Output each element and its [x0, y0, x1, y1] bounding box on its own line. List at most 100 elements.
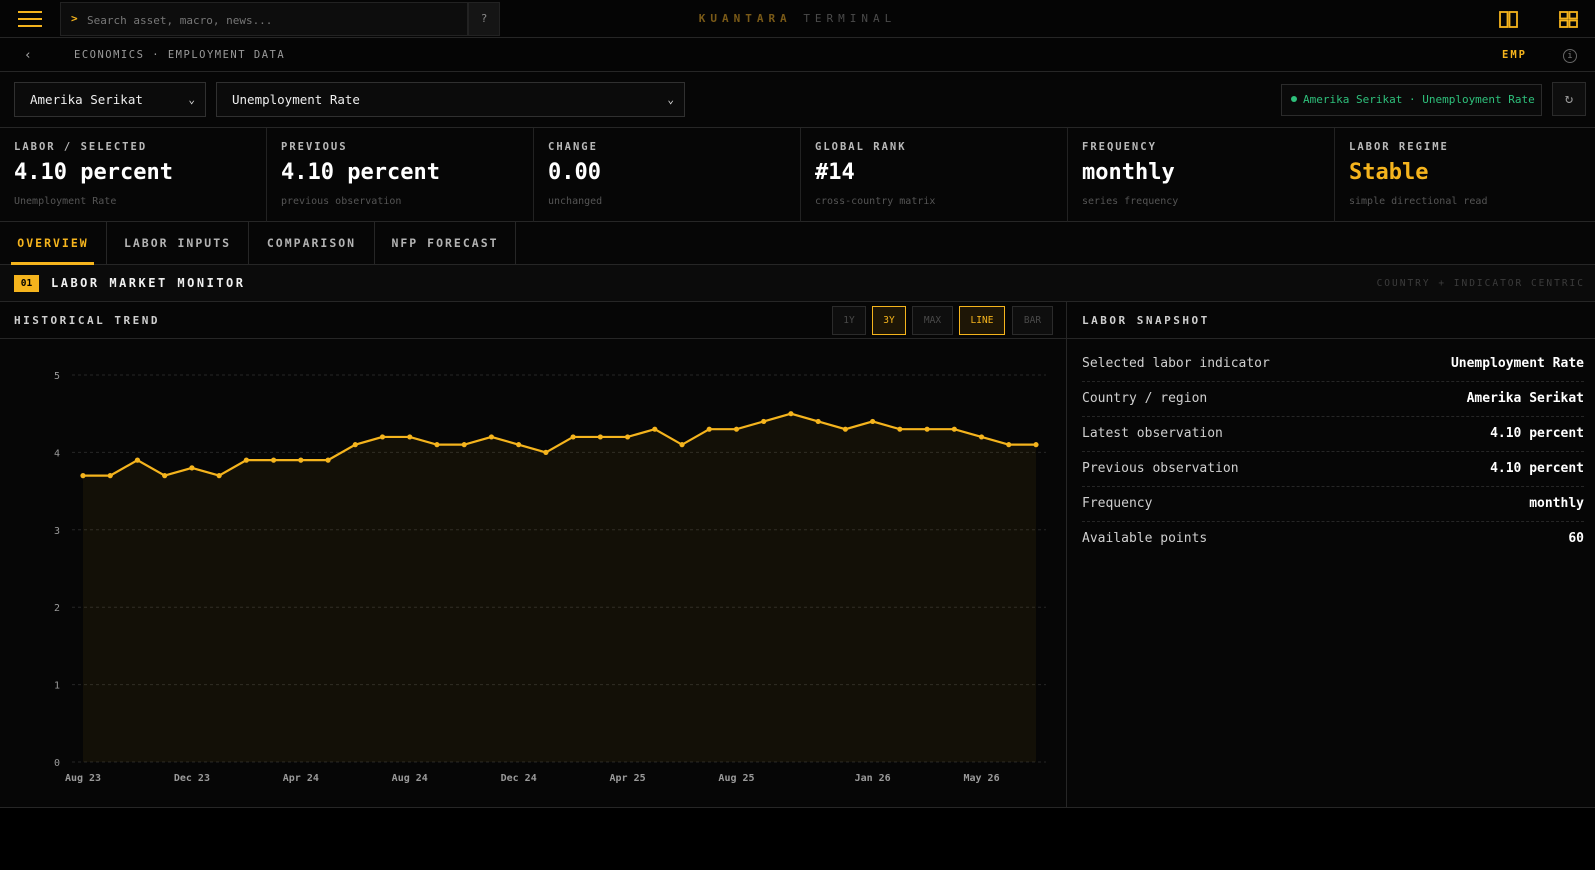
stat-value: monthly: [1082, 160, 1175, 185]
tab-overview[interactable]: OVERVIEW: [0, 222, 107, 265]
snapshot-value: Unemployment Rate: [1450, 356, 1584, 371]
data-point: [815, 418, 821, 425]
tab-comparison[interactable]: COMPARISON: [249, 222, 375, 265]
snapshot-row: Latest observation 4.10 percent: [1082, 417, 1584, 452]
split-view-icon[interactable]: [1499, 11, 1518, 28]
range-max-button[interactable]: MAX: [912, 306, 953, 335]
data-point: [1006, 442, 1012, 448]
refresh-button[interactable]: ↻: [1552, 82, 1586, 116]
stat-sub: Unemployment Rate: [14, 196, 117, 207]
stat-frequency: FREQUENCY monthly series frequency: [1068, 128, 1335, 222]
grid-view-icon[interactable]: [1559, 11, 1578, 28]
module-code: EMP: [1502, 49, 1527, 61]
data-point: [870, 418, 876, 425]
data-point: [298, 457, 304, 463]
data-point: [543, 449, 549, 455]
data-point: [189, 465, 195, 471]
data-point: [624, 434, 631, 440]
chevron-down-icon: ⌄: [667, 93, 674, 106]
stat-sub: simple directional read: [1349, 196, 1488, 207]
snapshot-key: Available points: [1082, 531, 1208, 546]
snapshot-value: 4.10 percent: [1490, 426, 1584, 441]
stat-global-rank: GLOBAL RANK #14 cross-country matrix: [801, 128, 1068, 222]
stat-previous: PREVIOUS 4.10 percent previous observati…: [267, 128, 534, 222]
tab-labor-inputs[interactable]: LABOR INPUTS: [107, 222, 249, 265]
chart-line-button[interactable]: LINE: [959, 306, 1005, 335]
indicator-select[interactable]: Unemployment Rate ⌄: [216, 82, 685, 117]
data-point: [325, 457, 331, 463]
range-1y-button[interactable]: 1Y: [832, 306, 866, 335]
stat-sub: unchanged: [548, 196, 603, 207]
country-select[interactable]: Amerika Serikat ⌄: [14, 82, 206, 117]
y-tick-label: 0: [54, 758, 60, 769]
snapshot-key: Latest observation: [1082, 426, 1223, 441]
info-icon[interactable]: i: [1563, 49, 1577, 63]
controls-bar: Amerika Serikat ⌄ Unemployment Rate ⌄ Am…: [0, 72, 1595, 128]
stat-label: LABOR REGIME: [1349, 141, 1449, 153]
data-point: [434, 442, 440, 448]
panel-header: LABOR SNAPSHOT: [1067, 302, 1595, 339]
x-tick-label: Dec 24: [501, 773, 537, 784]
snapshot-key: Selected labor indicator: [1082, 356, 1270, 371]
stat-label: LABOR / SELECTED: [14, 141, 148, 153]
panel-header: HISTORICAL TREND 1Y 3Y MAX LINE BAR: [0, 302, 1066, 339]
labor-snapshot-panel: LABOR SNAPSHOT Selected labor indicator …: [1067, 302, 1595, 808]
data-point: [570, 434, 576, 440]
tab-nfp-forecast[interactable]: NFP FORECAST: [375, 222, 516, 265]
snapshot-key: Country / region: [1082, 391, 1208, 406]
x-tick-label: Apr 24: [283, 773, 319, 784]
status-text: Amerika Serikat · Unemployment Rate: [1303, 93, 1535, 106]
y-tick-label: 4: [54, 448, 60, 459]
data-point: [271, 457, 277, 463]
data-point: [516, 442, 522, 448]
x-tick-label: Apr 25: [610, 773, 646, 784]
snapshot-value: 4.10 percent: [1490, 461, 1584, 476]
x-tick-label: Aug 24: [392, 773, 428, 784]
data-point: [761, 418, 767, 425]
data-point: [842, 426, 849, 432]
snapshot-row: Available points 60: [1082, 522, 1584, 557]
panel-title: LABOR SNAPSHOT: [1082, 314, 1210, 327]
snapshot-row: Previous observation 4.10 percent: [1082, 452, 1584, 487]
section-title: LABOR MARKET MONITOR: [51, 276, 246, 290]
stat-value: #14: [815, 160, 855, 185]
data-point: [597, 434, 603, 440]
stat-sub: previous observation: [281, 196, 402, 207]
brand-logo: KUANTARA TERMINAL: [0, 12, 1595, 25]
snapshot-row: Frequency monthly: [1082, 487, 1584, 522]
data-point: [652, 426, 658, 432]
x-tick-label: Aug 25: [718, 773, 754, 784]
chevron-down-icon: ⌄: [188, 93, 195, 106]
snapshot-row: Selected labor indicator Unemployment Ra…: [1082, 347, 1584, 382]
data-point: [107, 473, 113, 479]
data-point: [162, 473, 168, 479]
range-3y-button[interactable]: 3Y: [872, 306, 906, 335]
historical-trend-panel: HISTORICAL TREND 1Y 3Y MAX LINE BAR 0 1 2 3…: [0, 302, 1067, 808]
data-point: [80, 473, 86, 479]
back-icon[interactable]: ‹: [24, 48, 32, 63]
brand-primary: KUANTARA: [698, 12, 792, 25]
data-point: [379, 434, 386, 440]
data-point: [134, 457, 141, 463]
breadcrumb: ECONOMICS · EMPLOYMENT DATA: [74, 49, 286, 61]
stat-labor-selected: LABOR / SELECTED 4.10 percent Unemployme…: [0, 128, 267, 222]
top-bar: > ? KUANTARA TERMINAL: [0, 0, 1595, 38]
section-header: 01 LABOR MARKET MONITOR COUNTRY + INDICA…: [0, 265, 1595, 302]
section-subtitle: COUNTRY + INDICATOR CENTRIC: [1376, 278, 1585, 289]
stat-change: CHANGE 0.00 unchanged: [534, 128, 801, 222]
data-point: [788, 411, 794, 417]
data-point: [243, 457, 249, 463]
brand-secondary: TERMINAL: [803, 12, 897, 25]
stat-value: 4.10 percent: [281, 160, 440, 185]
stat-sub: cross-country matrix: [815, 196, 936, 207]
snapshot-value: Amerika Serikat: [1466, 391, 1584, 406]
x-tick-label: May 26: [963, 773, 999, 784]
indicator-select-value: Unemployment Rate: [232, 92, 360, 107]
data-point: [407, 434, 413, 440]
stat-value: 0.00: [548, 160, 601, 185]
snapshot-value: 60: [1568, 531, 1584, 546]
x-tick-label: Dec 23: [174, 773, 210, 784]
status-badge: Amerika Serikat · Unemployment Rate: [1281, 84, 1542, 116]
chart-bar-button[interactable]: BAR: [1012, 306, 1053, 335]
stat-sub: series frequency: [1082, 196, 1179, 207]
